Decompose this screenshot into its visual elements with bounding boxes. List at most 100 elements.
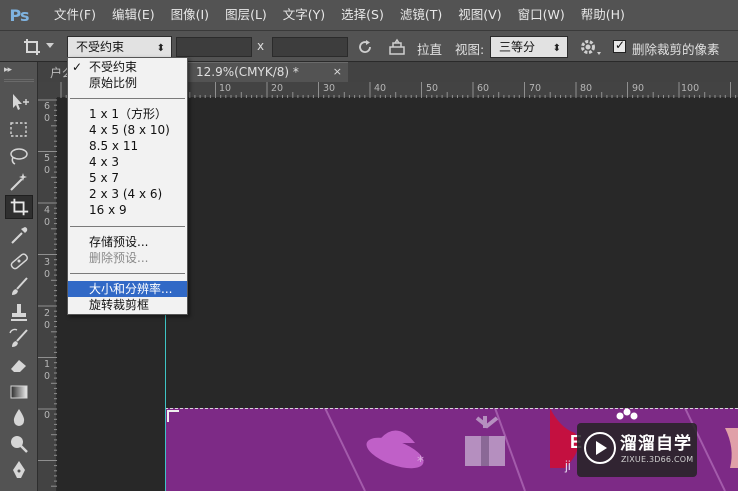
crop-ratio-dropdown: ✓ 不受约束 原始比例 1 x 1（方形） 4 x 5 (8 x 10) 8.5…	[67, 57, 188, 315]
menu-select[interactable]: 选择(S)	[333, 0, 392, 30]
crop-height-input[interactable]	[272, 37, 348, 57]
ruler-label: 0	[43, 269, 51, 280]
ruler-label: 70	[529, 83, 542, 94]
ruler-label: 50	[426, 83, 439, 94]
healing-brush-icon[interactable]	[7, 249, 31, 273]
blur-tool-icon[interactable]	[7, 406, 31, 430]
dropdown-separator	[70, 273, 185, 274]
dropdown-item-rotate-crop-box[interactable]: 旋转裁剪框	[68, 297, 187, 313]
dropdown-separator	[70, 98, 185, 99]
gradient-tool-icon[interactable]	[7, 380, 31, 404]
eraser-tool-icon[interactable]	[7, 353, 31, 377]
tools-panel: ▸▸	[0, 62, 38, 491]
gear-icon[interactable]	[578, 37, 602, 57]
delete-cropped-pixels-checkbox[interactable]	[613, 38, 626, 53]
history-brush-icon[interactable]	[7, 327, 31, 351]
eyedropper-icon[interactable]	[7, 223, 31, 247]
ruler-label: 2	[43, 308, 51, 319]
ruler-label: 4	[43, 205, 51, 216]
dropdown-separator	[70, 226, 185, 227]
dropdown-item-size-resolution[interactable]: 大小和分辨率...	[68, 281, 187, 297]
ruler-label: 6	[43, 101, 51, 112]
ruler-label: 0	[43, 165, 51, 176]
magic-wand-icon[interactable]	[7, 170, 31, 194]
tab-document-title: 12.9%(CMYK/8) *	[196, 65, 299, 79]
menu-filter[interactable]: 滤镜(T)	[392, 0, 450, 30]
watermark-url: ZIXUE.3D66.COM	[621, 455, 694, 464]
menu-window[interactable]: 窗口(W)	[510, 0, 573, 30]
photoshop-logo: Ps	[9, 5, 30, 25]
menu-type[interactable]: 文字(Y)	[275, 0, 333, 30]
watermark-title: 溜溜自学	[620, 434, 692, 454]
swap-dimensions-button[interactable]: x	[257, 39, 264, 53]
ruler-label: 0	[43, 217, 51, 228]
dropdown-item-4x5[interactable]: 4 x 5 (8 x 10)	[68, 122, 187, 138]
pen-tool-icon[interactable]	[7, 458, 31, 482]
ruler-label: 20	[271, 83, 284, 94]
move-tool-icon[interactable]	[7, 90, 31, 114]
check-icon: ✓	[72, 60, 83, 74]
dropdown-item-2x3[interactable]: 2 x 3 (4 x 6)	[68, 186, 187, 202]
toolbar-grip[interactable]	[4, 79, 34, 82]
select-arrows-icon: ⬍	[156, 43, 165, 54]
collapse-toolbar-icon[interactable]: ▸▸	[4, 65, 12, 75]
ruler-label: 100	[681, 83, 700, 94]
dropdown-item-delete-preset: 删除预设...	[89, 251, 149, 265]
ruler-label: 3	[43, 257, 51, 268]
dropdown-item-save-preset[interactable]: 存储预设...	[68, 234, 187, 250]
refresh-icon[interactable]	[356, 38, 374, 56]
ruler-label: 0	[43, 410, 51, 421]
play-logo-icon	[584, 432, 616, 464]
dropdown-item-original-ratio[interactable]: 原始比例	[68, 75, 187, 91]
clone-stamp-icon[interactable]	[7, 301, 31, 325]
ruler-label: 0	[43, 320, 51, 331]
marquee-tool-icon[interactable]	[7, 118, 31, 142]
ruler-label: 0	[43, 113, 51, 124]
menu-image[interactable]: 图像(I)	[163, 0, 217, 30]
brush-tool-icon[interactable]	[7, 275, 31, 299]
ruler-label: 1	[43, 359, 51, 370]
crop-ratio-value: 不受约束	[76, 40, 125, 54]
menu-edit[interactable]: 编辑(E)	[104, 0, 163, 30]
straighten-label[interactable]: 拉直	[417, 39, 442, 58]
dropdown-item-8.5x11[interactable]: 8.5 x 11	[68, 138, 187, 154]
ruler-label: 90	[632, 83, 645, 94]
crop-icon[interactable]	[22, 37, 42, 57]
view-label: 视图:	[455, 42, 485, 57]
lasso-tool-icon[interactable]	[7, 144, 31, 168]
overlay-view-select[interactable]: 三等分 ⬍	[490, 36, 568, 58]
close-icon[interactable]: ×	[333, 63, 342, 81]
menu-file[interactable]: 文件(F)	[46, 0, 104, 30]
delete-cropped-pixels-label[interactable]: 删除裁剪的像素	[632, 39, 720, 58]
vertical-ruler[interactable]: 6 0 5 0 4 0 3 0 2 0 1 0 0	[38, 98, 57, 491]
menu-layer[interactable]: 图层(L)	[217, 0, 275, 30]
ruler-label: 10	[219, 83, 232, 94]
ruler-label: 0	[43, 371, 51, 382]
tab-document-active[interactable]: 12.9%(CMYK/8) * ×	[188, 62, 348, 82]
dropdown-item-16x9[interactable]: 16 x 9	[68, 202, 187, 218]
dropdown-item-1x1[interactable]: 1 x 1（方形）	[68, 106, 187, 122]
ruler-label: 40	[374, 83, 387, 94]
dropdown-item-5x7[interactable]: 5 x 7	[68, 170, 187, 186]
ruler-label: 30	[323, 83, 336, 94]
ruler-label: 80	[580, 83, 593, 94]
dropdown-item-unconstrained[interactable]: ✓ 不受约束	[68, 59, 187, 75]
watermark-badge: 溜溜自学 ZIXUE.3D66.COM	[577, 423, 697, 477]
crop-ratio-select[interactable]: 不受约束 ⬍	[67, 36, 172, 58]
dropdown-item-4x3[interactable]: 4 x 3	[68, 154, 187, 170]
crop-handle-top-left[interactable]	[167, 410, 179, 422]
chevron-down-icon[interactable]	[46, 43, 54, 49]
menu-bar: Ps 文件(F) 编辑(E) 图像(I) 图层(L) 文字(Y) 选择(S) 滤…	[0, 0, 738, 30]
ruler-label: 5	[43, 153, 51, 164]
dropdown-item-label: 不受约束	[89, 60, 138, 74]
menu-view[interactable]: 视图(V)	[450, 0, 509, 30]
ruler-label: 60	[477, 83, 490, 94]
dodge-tool-icon[interactable]	[7, 432, 31, 456]
crop-width-input[interactable]	[176, 37, 252, 57]
crop-tool-icon[interactable]	[5, 195, 33, 219]
overlay-view-value: 三等分	[499, 40, 536, 54]
menu-help[interactable]: 帮助(H)	[573, 0, 633, 30]
select-arrows-icon: ⬍	[552, 43, 561, 54]
ruler-corner[interactable]	[38, 82, 57, 98]
straighten-icon[interactable]	[387, 38, 407, 56]
